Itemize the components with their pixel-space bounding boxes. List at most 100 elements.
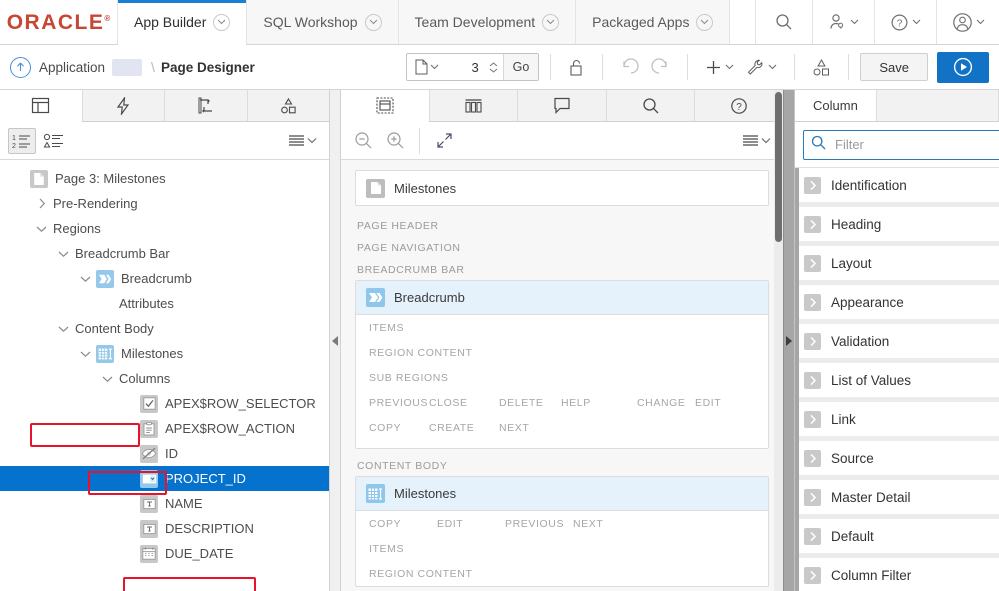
property-group-list-of-values[interactable]: List of Values <box>795 363 999 398</box>
property-group-master-detail[interactable]: Master Detail <box>795 480 999 515</box>
tree-node-page-3-milestones[interactable]: Page 3: Milestones <box>0 166 329 191</box>
tree-node-milestones[interactable]: Milestones <box>0 341 329 366</box>
chevron-right-icon[interactable] <box>804 254 821 272</box>
page-shared-components-tab[interactable] <box>429 90 519 121</box>
tab-empty[interactable] <box>876 90 999 121</box>
nav-tab-team-development[interactable]: Team Development <box>398 0 577 44</box>
tree-node-description[interactable]: DESCRIPTION <box>0 516 329 541</box>
button-slot-change[interactable]: CHANGE <box>637 397 695 409</box>
layout-tab[interactable] <box>341 90 430 122</box>
right-splitter[interactable] <box>783 90 795 591</box>
chevron-down-icon[interactable] <box>213 13 231 31</box>
layout-menu-button[interactable] <box>738 134 775 147</box>
tree-node-columns[interactable]: Columns <box>0 366 329 391</box>
tree-node-regions[interactable]: Regions <box>0 216 329 241</box>
run-page-button[interactable] <box>937 51 989 83</box>
button-slot-previous[interactable]: PREVIOUS <box>505 518 573 530</box>
filter-input[interactable] <box>833 136 999 153</box>
chevron-right-icon[interactable] <box>804 527 821 545</box>
chevron-down-icon[interactable] <box>696 13 714 31</box>
tree-node-content-body[interactable]: Content Body <box>0 316 329 341</box>
button-slot-previous[interactable]: PREVIOUS <box>369 397 429 409</box>
tree-node-pre-rendering[interactable]: Pre-Rendering <box>0 191 329 216</box>
lock-icon[interactable] <box>562 53 591 81</box>
chevron-right-icon[interactable] <box>804 176 821 194</box>
tree-node-name[interactable]: NAME <box>0 491 329 516</box>
button-slot-delete[interactable]: DELETE <box>499 397 561 409</box>
button-slot-create[interactable]: CREATE <box>429 422 499 434</box>
tree-node-due-date[interactable]: DUE_DATE <box>0 541 329 566</box>
chevron-down-icon[interactable] <box>53 250 74 258</box>
save-button[interactable]: Save <box>860 53 928 81</box>
chevron-right-icon[interactable] <box>804 332 821 350</box>
button-slot-close[interactable]: CLOSE <box>429 397 499 409</box>
property-group-default[interactable]: Default <box>795 519 999 554</box>
chevron-right-icon[interactable] <box>804 215 821 233</box>
page-number-input[interactable]: 3 <box>445 54 485 80</box>
chevron-down-icon[interactable] <box>97 375 118 383</box>
left-splitter[interactable] <box>329 90 341 591</box>
zoom-out-button[interactable] <box>349 128 377 154</box>
create-icon[interactable] <box>699 53 740 81</box>
button-slot-edit[interactable]: EDIT <box>437 518 505 530</box>
chevron-down-icon[interactable] <box>364 13 382 31</box>
page-card-header[interactable]: Milestones <box>356 171 768 205</box>
page-selector[interactable]: 3 Go <box>405 53 540 81</box>
tree-node-project-id[interactable]: PROJECT_ID <box>0 466 329 491</box>
button-slot-next[interactable]: NEXT <box>499 422 529 434</box>
help-icon[interactable]: ? <box>875 0 937 44</box>
property-group-validation[interactable]: Validation <box>795 324 999 359</box>
rendering-tab[interactable] <box>0 90 83 122</box>
button-slot-help[interactable]: HELP <box>561 397 637 409</box>
tree-node-id[interactable]: ID <box>0 441 329 466</box>
collapse-right-icon[interactable] <box>786 335 792 346</box>
chevron-down-icon[interactable] <box>542 13 560 31</box>
tree-node-breadcrumb-bar[interactable]: Breadcrumb Bar <box>0 241 329 266</box>
messages-tab[interactable] <box>518 90 607 121</box>
region-card-milestones-header[interactable]: Milestones <box>356 477 768 511</box>
oracle-logo[interactable]: ORACLE® <box>0 0 118 44</box>
chevron-right-icon[interactable] <box>804 566 821 584</box>
page-search-tab[interactable] <box>606 90 696 121</box>
tree-node-breadcrumb[interactable]: Breadcrumb <box>0 266 329 291</box>
nav-tab-sql-workshop[interactable]: SQL Workshop <box>247 0 399 44</box>
chevron-down-icon[interactable] <box>75 275 96 283</box>
utilities-icon[interactable] <box>740 53 783 81</box>
region-slot-region-content[interactable]: REGION CONTENT <box>356 561 768 586</box>
tree-menu-button[interactable] <box>284 134 321 147</box>
nav-tab-packaged-apps[interactable]: Packaged Apps <box>576 0 731 44</box>
region-slot-items[interactable]: ITEMS <box>356 315 768 340</box>
button-slot-copy[interactable]: COPY <box>369 518 437 530</box>
chevron-down-icon[interactable] <box>53 325 74 333</box>
collapse-left-icon[interactable] <box>332 335 338 346</box>
property-group-layout[interactable]: Layout <box>795 246 999 281</box>
go-button[interactable]: Go <box>502 54 539 80</box>
tab-column[interactable]: Column <box>795 90 877 121</box>
chevron-down-icon[interactable] <box>75 350 96 358</box>
property-group-source[interactable]: Source <box>795 441 999 476</box>
zoom-in-button[interactable] <box>381 128 409 154</box>
up-arrow-icon[interactable] <box>10 56 31 78</box>
region-slot-region-content[interactable]: REGION CONTENT <box>356 340 768 365</box>
chevron-right-icon[interactable] <box>31 198 52 209</box>
breadcrumb-application-link[interactable]: Application <box>39 60 105 75</box>
chevron-right-icon[interactable] <box>804 449 821 467</box>
tree-node-apex-row-action[interactable]: APEX$ROW_ACTION <box>0 416 329 441</box>
chevron-right-icon[interactable] <box>804 371 821 389</box>
center-scrollbar-thumb[interactable] <box>775 92 782 242</box>
dynamic-actions-tab[interactable] <box>82 90 165 121</box>
tree-node-attributes[interactable]: Attributes <box>0 291 329 316</box>
property-group-column-filter[interactable]: Column Filter <box>795 558 999 591</box>
property-group-link[interactable]: Link <box>795 402 999 437</box>
chevron-right-icon[interactable] <box>804 410 821 428</box>
property-group-heading[interactable]: Heading <box>795 207 999 242</box>
right-pane-scrollbar[interactable] <box>795 168 799 591</box>
region-card-milestones[interactable]: Milestones COPY EDIT PREVIOUS NEXT ITEMS… <box>355 476 769 587</box>
button-slot-edit[interactable]: EDIT <box>695 397 721 409</box>
chevron-down-icon[interactable] <box>31 225 52 233</box>
page-number-stepper[interactable] <box>485 54 503 80</box>
property-group-appearance[interactable]: Appearance <box>795 285 999 320</box>
shared-components-tab[interactable] <box>247 90 329 121</box>
search-icon[interactable] <box>756 0 813 44</box>
region-slot-sub-regions[interactable]: SUB REGIONS <box>356 365 768 390</box>
